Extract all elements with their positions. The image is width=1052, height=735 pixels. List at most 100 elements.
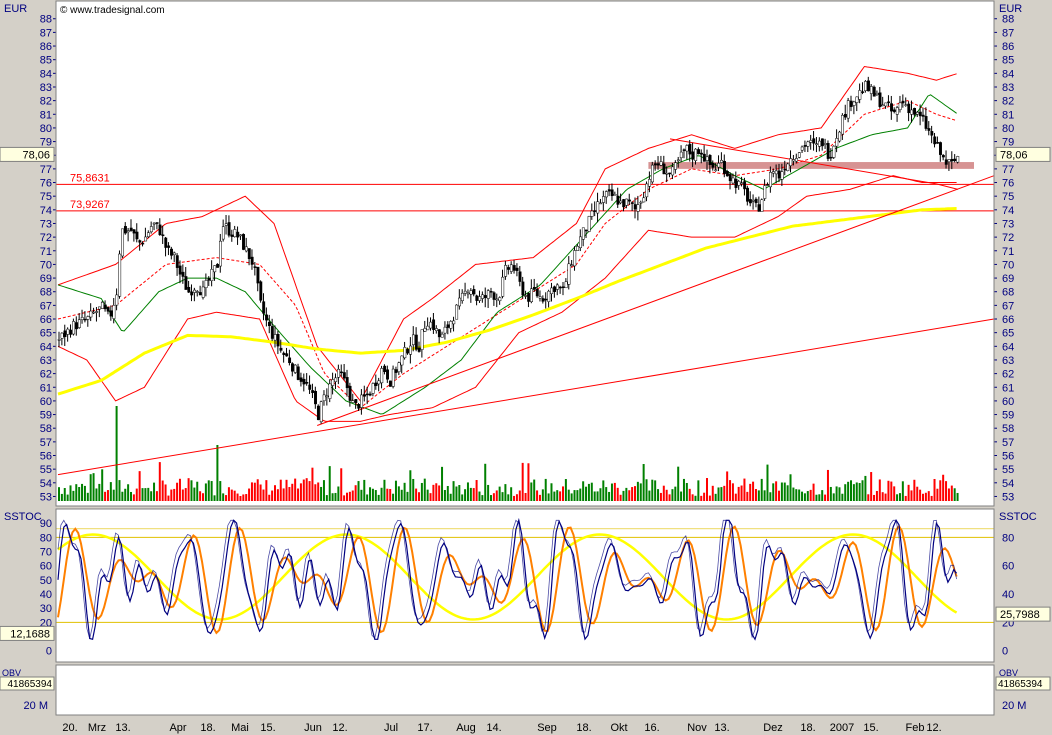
candle-body	[541, 298, 545, 302]
volume-bar	[429, 493, 432, 501]
volume-bar	[406, 491, 409, 501]
candle-body	[915, 112, 919, 115]
candle-body	[593, 210, 597, 212]
candle-body	[576, 246, 580, 251]
stoch-title-left: SSTOC	[4, 511, 42, 523]
candle-body	[740, 182, 744, 185]
volume-bar	[757, 490, 760, 501]
volume-bar	[72, 490, 75, 501]
candle-body	[933, 136, 937, 145]
candle-body	[607, 189, 611, 192]
candle-body	[250, 256, 254, 265]
candle-body	[432, 319, 436, 330]
volume-bar	[579, 488, 582, 501]
candle-body	[864, 81, 868, 91]
x-tick-label: 16.	[644, 722, 659, 734]
volume-bar	[700, 495, 703, 501]
candle-body	[339, 371, 343, 374]
candle-body	[527, 293, 531, 302]
candle-body	[590, 210, 594, 217]
candle-body	[639, 201, 643, 204]
stoch-tick-right: 80	[1002, 532, 1014, 544]
volume-bar	[898, 493, 901, 501]
candle-body	[69, 329, 73, 335]
volume-bar	[383, 479, 386, 501]
volume-bar	[628, 490, 631, 501]
candle-body	[149, 226, 153, 233]
volume-bar	[219, 481, 222, 501]
volume-bar	[351, 490, 354, 501]
volume-bar	[199, 491, 202, 501]
candle-body	[812, 138, 816, 144]
price-tick-right: 60	[1002, 396, 1014, 408]
candle-body	[567, 263, 571, 285]
volume-bar	[510, 487, 513, 501]
candle-body	[627, 199, 631, 202]
volume-bar	[106, 490, 109, 501]
candle-body	[152, 222, 156, 225]
volume-bar	[95, 488, 98, 501]
candle-body	[383, 365, 387, 372]
candle-body	[515, 267, 519, 271]
stoch-value-right: 25,7988	[1000, 609, 1040, 621]
volume-bar	[596, 491, 599, 501]
x-tick-label: 18.	[800, 722, 815, 734]
candle-body	[728, 174, 732, 182]
candle-body	[360, 394, 364, 408]
candle-body	[112, 305, 116, 319]
candle-body	[443, 326, 447, 334]
candle-body	[147, 232, 150, 237]
volume-bar	[227, 487, 230, 501]
candle-body	[475, 295, 479, 301]
candle-body	[187, 286, 191, 293]
candle-body	[653, 163, 657, 166]
candle-body	[380, 368, 384, 384]
candle-body	[288, 357, 292, 364]
volume-bar	[544, 478, 547, 501]
volume-bar	[910, 490, 913, 501]
candle-body	[518, 271, 522, 282]
x-tick-label: 17.	[417, 722, 432, 734]
volume-bar	[939, 480, 942, 501]
volume-bar	[438, 485, 441, 501]
candle-body	[123, 226, 127, 234]
price-tick-right: 67	[1002, 300, 1014, 312]
volume-bar	[538, 494, 541, 501]
x-tick-label: 12.	[332, 722, 347, 734]
candle-body	[538, 296, 542, 299]
candle-body	[691, 151, 695, 160]
candle-body	[550, 287, 554, 294]
candle-body	[924, 116, 928, 129]
volume-bar	[858, 483, 861, 501]
volume-bar	[472, 488, 475, 501]
candle-body	[587, 216, 591, 232]
candle-body	[838, 131, 842, 142]
volume-bar	[622, 490, 625, 501]
candle-body	[852, 101, 856, 106]
volume-bar	[631, 487, 634, 501]
volume-bar	[818, 494, 821, 501]
volume-bar	[518, 490, 521, 501]
volume-bar	[752, 481, 755, 501]
volume-bar	[642, 464, 645, 501]
candle-body	[763, 185, 767, 199]
obv-title-left: OBV	[2, 668, 21, 678]
candle-body	[437, 329, 441, 338]
candle-body	[224, 223, 228, 226]
stoch-tick-left: 30	[40, 603, 52, 615]
candle-body	[498, 297, 502, 302]
candle-body	[659, 161, 663, 166]
stoch-tick-left: 50	[40, 575, 52, 587]
candle-body	[815, 143, 819, 145]
candle-body	[492, 292, 496, 300]
candle-body	[409, 345, 413, 355]
volume-bar	[668, 494, 671, 501]
candle-body	[792, 159, 796, 162]
volume-bar	[176, 482, 179, 501]
candle-body	[950, 158, 954, 162]
candle-body	[103, 304, 107, 310]
candle-body	[581, 227, 585, 240]
candle-body	[121, 228, 125, 257]
candle-body	[164, 237, 168, 248]
candle-body	[77, 319, 81, 328]
